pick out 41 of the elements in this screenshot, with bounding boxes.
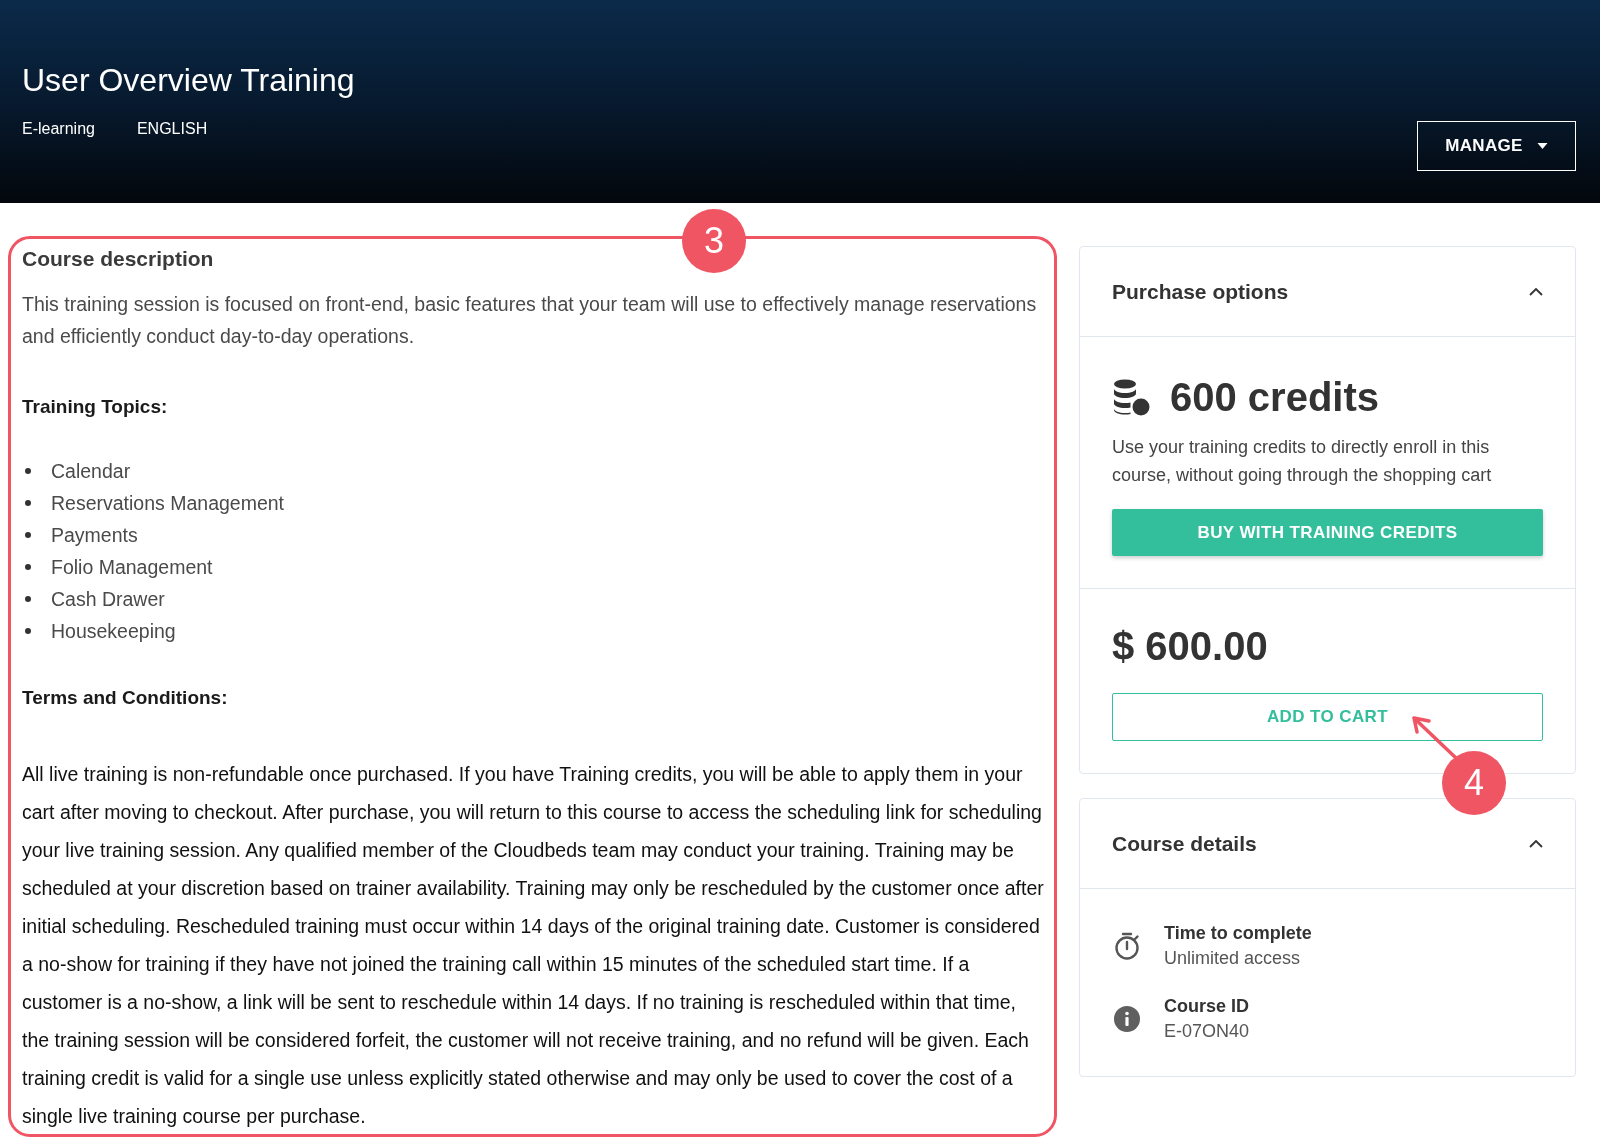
bullet-icon <box>25 564 31 570</box>
terms-text: All live training is non-refundable once purchased. If you have Training credits, you will be able to apply them in your cart after moving to checkout. After purchase, you will return to this course to access the scheduling link for scheduling your live training session. Any qualified member of the Cloudbeds team may conduct your training. Training may be scheduled at your discretion based on trainer availability. Training may only be rescheduled by the customer once after initial scheduling. Rescheduled training must occur within 14 days of the original training date. Customer is considered a no-show for training if they have not joined the training call within 15 minutes of the scheduled start time. If a customer is a no-show, a link will be sent to reschedule within 14 days. If no training is rescheduled within that time, the training session will be considered forfeit, the customer will not receive training, and no refund will be given. Each training credit is valid for a single use unless explicitly stated otherwise and may only be used to cover the cost of a single live training course per purchase. <box>22 762 1045 1129</box>
topic-item: Calendar <box>51 459 131 484</box>
bullet-icon <box>25 468 31 474</box>
description-text: This training session is focused on front-end, basic features that your team will use to effectively manage reservations and efficiently conduct day-to-day operations. <box>22 292 1038 349</box>
topic-item: Payments <box>51 523 138 548</box>
topic-item: Folio Management <box>51 555 213 580</box>
caret-down-icon <box>1536 143 1548 149</box>
detail-label: Time to complete <box>1164 922 1312 945</box>
detail-value: E-07ON40 <box>1164 1020 1250 1043</box>
topics-heading: Training Topics: <box>22 395 169 419</box>
bullet-icon <box>25 532 31 538</box>
buy-with-credits-button[interactable]: BUY WITH TRAINING CREDITS <box>1112 509 1543 556</box>
topic-item: Housekeeping <box>51 619 176 644</box>
manage-button[interactable]: MANAGE <box>1417 121 1576 171</box>
course-meta-label: E-learning <box>22 119 95 139</box>
credits-note: Use your training credits to directly enroll in this course, without going through the shopping cart <box>1112 436 1493 487</box>
price-amount: $ 600.00 <box>1112 623 1269 669</box>
section-heading: Course description <box>22 246 215 272</box>
annotation-arrow <box>1410 714 1458 760</box>
credits-amount: 600 credits <box>1170 375 1380 419</box>
chevron-up-icon[interactable] <box>1529 287 1543 296</box>
chevron-up-icon[interactable] <box>1529 839 1543 848</box>
add-to-cart-button[interactable]: ADD TO CART <box>1112 693 1543 741</box>
callout-number: 3 <box>682 209 746 273</box>
topic-item: Reservations Management <box>51 491 285 516</box>
stopwatch-icon <box>1114 932 1140 960</box>
course-title: User Overview Training <box>22 61 355 100</box>
coins-icon <box>1112 378 1150 416</box>
info-icon <box>1114 1006 1140 1032</box>
course-meta-label: ENGLISH <box>136 119 208 139</box>
bullet-icon <box>25 628 31 634</box>
terms-heading: Terms and Conditions: <box>22 686 229 710</box>
bullet-icon <box>25 500 31 506</box>
detail-label: Course ID <box>1164 995 1250 1018</box>
callout-number: 4 <box>1442 751 1506 815</box>
topic-item: Cash Drawer <box>51 587 165 612</box>
card-title: Purchase options <box>1112 279 1289 304</box>
bullet-icon <box>25 596 31 602</box>
detail-value: Unlimited access <box>1164 947 1302 970</box>
card-title: Course details <box>1112 831 1257 856</box>
